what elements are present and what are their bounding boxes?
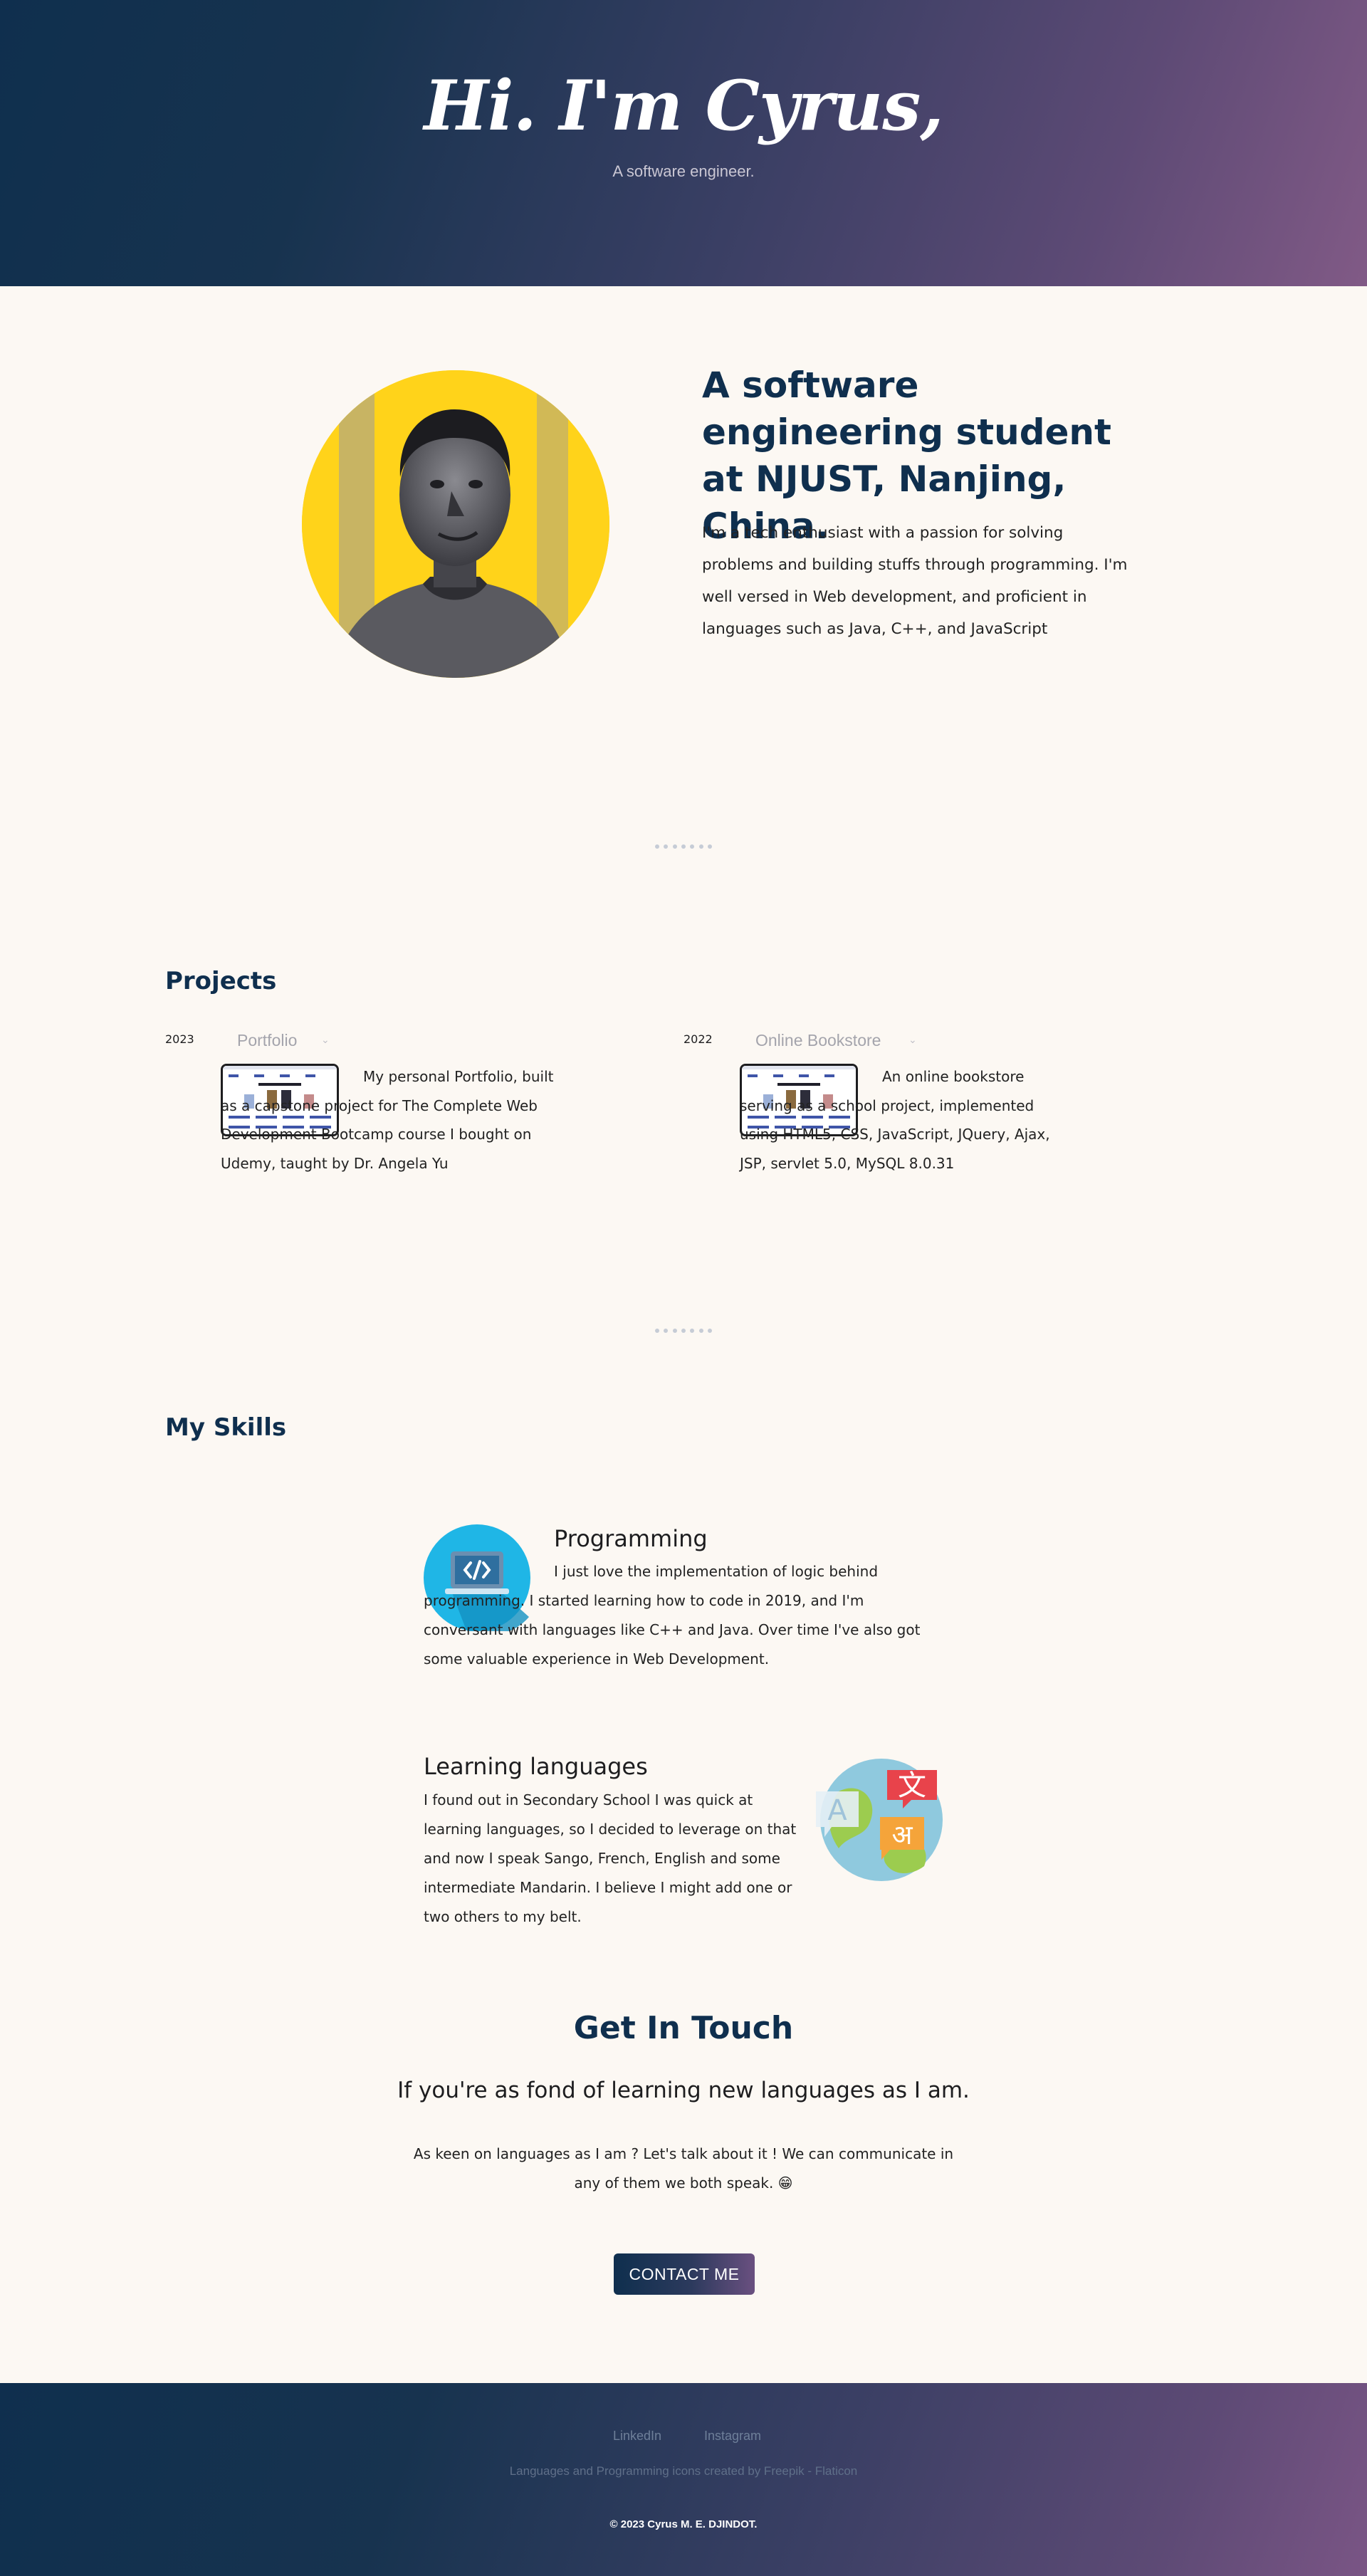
chevron-down-icon[interactable]: ⌄ (321, 1035, 330, 1046)
latin-glyph: A (827, 1794, 847, 1827)
copyright: © 2023 Cyrus M. E. DJINDOT. (609, 2518, 758, 2530)
contact-title: Get In Touch (573, 2010, 794, 2046)
icon-credits[interactable]: Languages and Programming icons created … (0, 2464, 1367, 2478)
profile-photo (302, 370, 609, 678)
footer: LinkedIn Instagram Languages and Program… (0, 2383, 1367, 2576)
about-text: I'm a tech enthusiast with a passion for… (702, 524, 1128, 638)
skill-description: I found out in Secondary School I was qu… (424, 1791, 797, 1925)
instagram-link[interactable]: Instagram (704, 2429, 761, 2444)
project-description: An online bookstore serving as a school … (740, 1068, 1050, 1172)
projects-heading: Projects (165, 967, 277, 995)
project-title-link[interactable]: Online Bookstore (755, 1031, 881, 1050)
contact-me-button[interactable]: CONTACT ME (614, 2253, 755, 2295)
hero-title: Hi. I'm Cyrus, (424, 66, 943, 146)
skills-heading: My Skills (165, 1413, 287, 1442)
hero-tagline: A software engineer. (612, 162, 755, 180)
linkedin-link[interactable]: LinkedIn (613, 2429, 661, 2444)
skill-title: Learning languages (424, 1753, 648, 1780)
profile-photo-illustration (302, 370, 609, 678)
project-description: My personal Portfolio, built as a capsto… (221, 1068, 554, 1172)
project-year: 2023 (165, 1032, 194, 1046)
skill-title: Programming (554, 1525, 708, 1552)
skill-description: I just love the implementation of logic … (424, 1563, 921, 1667)
chevron-down-icon[interactable]: ⌄ (908, 1035, 917, 1046)
project-year: 2022 (684, 1032, 713, 1046)
devanagari-glyph: अ (891, 1819, 913, 1850)
hero-header: Hi. I'm Cyrus, A software engineer. (0, 0, 1367, 286)
section-divider (655, 844, 712, 849)
contact-text: As keen on languages as I am ? Let's tal… (413, 2145, 954, 2192)
project-title-link[interactable]: Portfolio (237, 1031, 297, 1050)
chinese-glyph: 文 (898, 1769, 926, 1802)
section-divider (655, 1329, 712, 1333)
languages-icon: 文 A अ (816, 1759, 943, 1881)
contact-subtitle: If you're as fond of learning new langua… (397, 2078, 970, 2103)
